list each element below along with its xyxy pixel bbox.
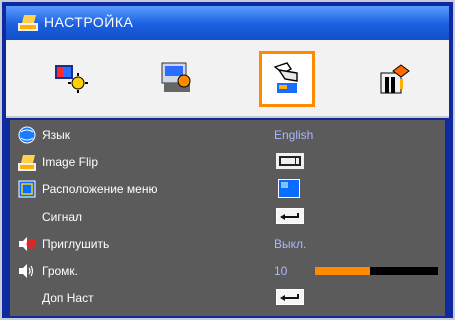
menu-tabs <box>6 40 449 118</box>
setup-title-icon <box>18 15 38 31</box>
tab-setup[interactable] <box>259 51 315 107</box>
menu-location-icon <box>18 180 36 198</box>
mute-label: Приглушить <box>42 237 110 251</box>
image-settings-icon <box>55 65 88 93</box>
mute-speaker-icon <box>19 237 36 251</box>
volume-speaker-icon <box>19 264 34 278</box>
settings-list: Язык English Image Flip Расположение мен… <box>10 120 445 316</box>
tab-image[interactable] <box>46 54 96 104</box>
image-flip-icon <box>18 155 36 171</box>
row-menu-location[interactable]: Расположение меню <box>10 176 445 202</box>
signal-enter-button[interactable] <box>276 208 304 224</box>
volume-slider[interactable] <box>315 267 438 275</box>
setup-settings-icon <box>273 62 298 93</box>
row-advanced[interactable]: Доп Наст <box>10 285 445 311</box>
menu-location-label: Расположение меню <box>42 182 158 196</box>
osd-window: НАСТРОЙКА Язык English Image Flip Распол… <box>0 0 455 320</box>
tab-display[interactable] <box>151 54 201 104</box>
image-flip-label: Image Flip <box>42 155 99 169</box>
projector-icon <box>279 156 301 166</box>
page-title: НАСТРОЙКА <box>44 14 134 30</box>
volume-value: 10 <box>274 264 288 278</box>
menu-location-value-icon[interactable] <box>278 179 300 198</box>
signal-label: Сигнал <box>42 210 83 224</box>
language-globe-icon <box>18 126 36 144</box>
tab-options[interactable] <box>370 54 420 104</box>
image-flip-value-icon[interactable] <box>276 153 304 169</box>
row-image-flip[interactable]: Image Flip <box>10 149 445 175</box>
display-settings-icon <box>161 62 191 92</box>
title-bar: НАСТРОЙКА <box>6 6 449 41</box>
row-language[interactable]: Язык English <box>10 122 445 148</box>
row-volume[interactable]: Громк. 10 <box>10 258 445 284</box>
options-settings-icon <box>380 64 410 94</box>
volume-level-fill <box>315 267 371 275</box>
advanced-enter-button[interactable] <box>276 289 304 305</box>
row-signal[interactable]: Сигнал <box>10 204 445 230</box>
enter-arrow-icon <box>280 214 285 220</box>
language-value[interactable]: English <box>274 126 313 144</box>
advanced-label: Доп Наст <box>42 291 94 305</box>
volume-label: Громк. <box>42 264 79 278</box>
language-label: Язык <box>42 128 71 142</box>
mute-value[interactable]: Выкл. <box>274 235 306 253</box>
enter-arrow-icon <box>280 295 285 301</box>
row-mute[interactable]: Приглушить Выкл. <box>10 231 445 257</box>
